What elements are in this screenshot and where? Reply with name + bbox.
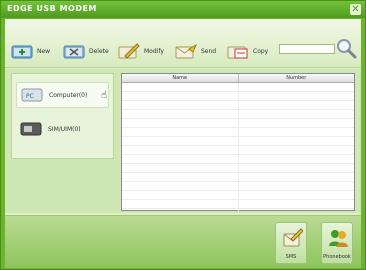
table-body [122,83,354,218]
title-bar[interactable]: EDGE USB MODEM ✕ [1,1,365,18]
search-button[interactable] [335,37,357,59]
storage-panel: PC Computer(0) ☝ SIM/UIM(0) [11,73,114,159]
modify-icon [118,43,140,59]
sms-label: SMS [285,254,297,260]
phonebook-label: Phonebook [323,254,351,260]
sidebar-item-computer[interactable]: PC Computer(0) ☝ [16,82,109,108]
copy-icon [227,46,248,59]
copy-button[interactable]: Copy [227,41,268,61]
copy-label: Copy [253,47,269,55]
sidebar-item-sim[interactable]: SIM/UIM(0) [16,116,109,142]
delete-button[interactable]: Delete [63,41,109,61]
sidebar-item-label: Computer(0) [49,91,88,99]
toolbar: New Delete Modify Send Copy [5,19,361,68]
phonebook-button[interactable]: Phonebook [321,222,353,264]
phonebook-icon [329,230,348,247]
svg-text:PC: PC [26,93,34,100]
table-header: Name Number [122,74,354,83]
modify-button[interactable]: Modify [118,41,164,61]
modify-label: Modify [144,47,164,55]
search-icon [337,39,357,59]
app-window: EDGE USB MODEM ✕ New Delete Modify Send … [0,0,366,270]
send-label: Send [201,47,217,55]
new-contact-icon [11,45,33,59]
new-label: New [37,47,51,55]
bottom-bar: SMS Phonebook [5,215,361,268]
computer-icon: PC [21,88,43,102]
sidebar-item-label: SIM/UIM(0) [48,125,81,133]
sim-card-icon [20,122,42,136]
delete-contact-icon [63,45,85,59]
sms-icon [283,228,303,247]
delete-label: Delete [89,47,109,55]
column-header-number[interactable]: Number [239,74,355,82]
send-icon [175,43,197,59]
main-area: New Delete Modify Send Copy PC Computer(… [5,19,361,268]
contacts-table: Name Number [121,73,355,218]
sms-button[interactable]: SMS [275,222,307,264]
search-input[interactable] [279,44,335,54]
hand-cursor-icon: ☝ [101,90,108,101]
content-area: PC Computer(0) ☝ SIM/UIM(0) Name Number [5,69,361,218]
column-header-name[interactable]: Name [122,74,239,82]
new-button[interactable]: New [11,41,50,61]
send-button[interactable]: Send [175,41,216,61]
window-title: EDGE USB MODEM [7,4,97,13]
close-icon[interactable]: ✕ [350,4,361,15]
